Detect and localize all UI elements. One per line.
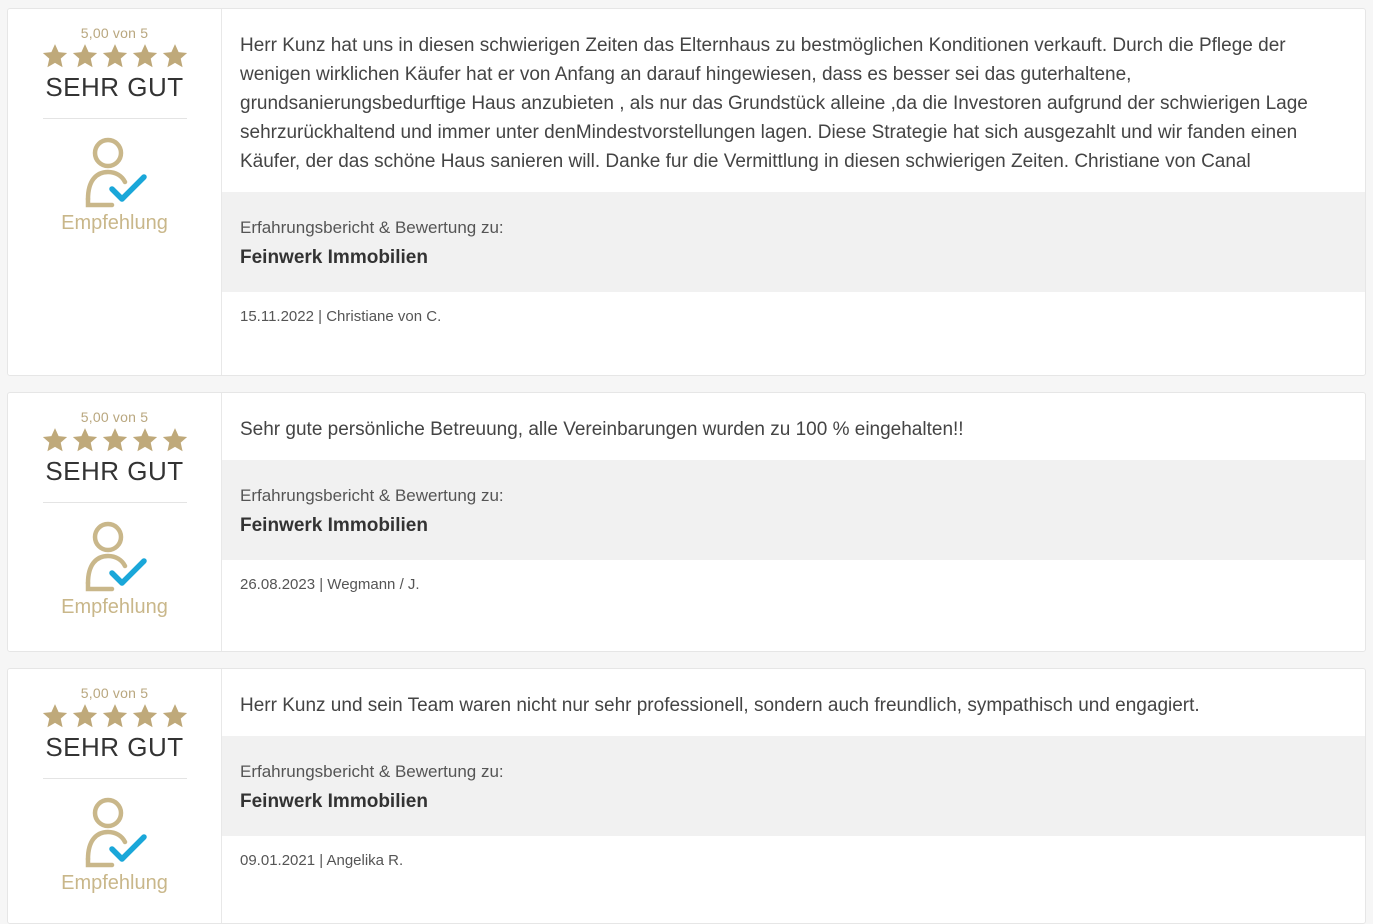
recommendation-label: Empfehlung xyxy=(61,596,168,618)
star-icon xyxy=(162,44,187,68)
user-check-icon xyxy=(85,521,147,592)
review-meta: 09.01.2021 | Angelika R. xyxy=(240,852,404,869)
review-card: 5,00 von 5 SEHR GUT Empfehlung Sehr gute… xyxy=(7,392,1366,652)
star-rating xyxy=(41,42,189,70)
review-card: 5,00 von 5 SEHR GUT Empfehlung Herr Kunz… xyxy=(7,668,1366,924)
star-icon xyxy=(42,428,67,452)
rating-verdict: SEHR GUT xyxy=(45,732,184,762)
rating-score: 5,00 von 5 xyxy=(80,409,149,425)
star-rating xyxy=(41,426,189,454)
rating-verdict: SEHR GUT xyxy=(45,72,184,102)
recommendation-label: Empfehlung xyxy=(61,212,168,234)
star-icon xyxy=(132,428,157,452)
star-icon xyxy=(132,704,157,728)
star-icon xyxy=(132,44,157,68)
review-text: Herr Kunz hat uns in diesen schwierigen … xyxy=(240,35,1308,172)
review-meta: 15.11.2022 | Christiane von C. xyxy=(240,308,442,325)
rating-divider xyxy=(42,778,187,779)
star-icon xyxy=(102,428,127,452)
review-subject: Erfahrungsbericht & Bewertung zu: Feinwe… xyxy=(222,736,1365,836)
star-icon xyxy=(162,428,187,452)
star-icon xyxy=(72,428,97,452)
star-icon xyxy=(42,704,67,728)
star-icon xyxy=(72,44,97,68)
review-content: Sehr gute persönliche Betreuung, alle Ve… xyxy=(222,393,1365,651)
company-name[interactable]: Feinwerk Immobilien xyxy=(240,790,1347,814)
rating-score: 5,00 von 5 xyxy=(80,685,149,701)
rating-panel: 5,00 von 5 SEHR GUT Empfehlung xyxy=(8,669,222,923)
review-meta: 26.08.2023 | Wegmann / J. xyxy=(240,576,420,593)
subject-label: Erfahrungsbericht & Bewertung zu: xyxy=(240,218,504,237)
review-subject: Erfahrungsbericht & Bewertung zu: Feinwe… xyxy=(222,192,1365,292)
review-card: 5,00 von 5 SEHR GUT Empfehlung Herr Kunz… xyxy=(7,8,1366,376)
user-check-icon xyxy=(85,137,147,208)
recommendation-label: Empfehlung xyxy=(61,872,168,894)
star-icon xyxy=(42,44,67,68)
star-icon xyxy=(102,44,127,68)
star-rating xyxy=(41,702,189,730)
review-text: Herr Kunz und sein Team waren nicht nur … xyxy=(240,695,1200,716)
review-subject: Erfahrungsbericht & Bewertung zu: Feinwe… xyxy=(222,460,1365,560)
rating-panel: 5,00 von 5 SEHR GUT Empfehlung xyxy=(8,9,222,375)
subject-label: Erfahrungsbericht & Bewertung zu: xyxy=(240,762,504,781)
rating-divider xyxy=(42,118,187,119)
rating-panel: 5,00 von 5 SEHR GUT Empfehlung xyxy=(8,393,222,651)
rating-divider xyxy=(42,502,187,503)
review-content: Herr Kunz und sein Team waren nicht nur … xyxy=(222,669,1365,923)
user-check-icon xyxy=(85,797,147,868)
subject-label: Erfahrungsbericht & Bewertung zu: xyxy=(240,486,504,505)
company-name[interactable]: Feinwerk Immobilien xyxy=(240,246,1347,270)
review-text: Sehr gute persönliche Betreuung, alle Ve… xyxy=(240,419,964,440)
star-icon xyxy=(72,704,97,728)
review-content: Herr Kunz hat uns in diesen schwierigen … xyxy=(222,9,1365,375)
review-list: 5,00 von 5 SEHR GUT Empfehlung Herr Kunz… xyxy=(0,0,1373,924)
star-icon xyxy=(162,704,187,728)
rating-score: 5,00 von 5 xyxy=(80,25,149,41)
rating-verdict: SEHR GUT xyxy=(45,456,184,486)
company-name[interactable]: Feinwerk Immobilien xyxy=(240,514,1347,538)
star-icon xyxy=(102,704,127,728)
